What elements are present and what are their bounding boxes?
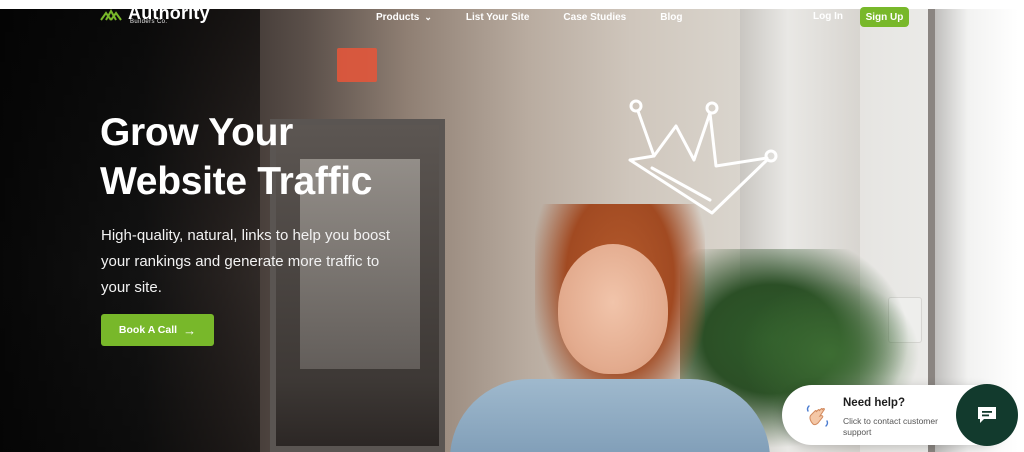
- hero-headline: Grow Your Website Traffic: [100, 108, 440, 206]
- site-header: Authority Builders Co. Products ⌄ List Yo…: [0, 4, 1018, 35]
- nav-item-label: Products: [376, 11, 420, 23]
- arrow-right-icon: →: [183, 322, 197, 338]
- headline-line-2: Website Traffic: [100, 160, 373, 203]
- shirt-shape: [450, 379, 770, 452]
- crown-doodle-icon: [628, 99, 778, 215]
- face-shape: [558, 244, 668, 374]
- headline-line-1: Grow Your: [100, 111, 294, 154]
- page-frame: Authority Builders Co. Products ⌄ List Yo…: [0, 0, 1024, 452]
- nav-item-list-your-site[interactable]: List Your Site: [466, 12, 530, 23]
- logo-mark-icon: [100, 8, 122, 21]
- nav-item-products[interactable]: Products ⌄: [376, 12, 432, 23]
- chat-launcher-button[interactable]: [956, 384, 1018, 446]
- help-title: Need help?: [843, 397, 905, 409]
- help-subtitle: Click to contact customer support: [843, 416, 938, 437]
- nav-item-case-studies[interactable]: Case Studies: [563, 12, 626, 23]
- book-a-call-button[interactable]: Book A Call →: [101, 314, 214, 346]
- cta-label: Book A Call: [118, 324, 178, 336]
- hero-subtext: High-quality, natural, links to help you…: [101, 227, 391, 296]
- nav-item-blog[interactable]: Blog: [660, 12, 682, 23]
- smiling-woman-photo: [450, 204, 780, 452]
- chevron-down-icon: ⌄: [424, 11, 432, 22]
- waving-hand-icon: [806, 405, 829, 427]
- exit-sign-decoration: [337, 48, 377, 82]
- brand-logo[interactable]: Authority Builders Co.: [100, 4, 210, 25]
- login-link[interactable]: Log In: [813, 9, 843, 25]
- logo-subtitle: Builders Co.: [130, 19, 168, 25]
- chat-bubble-icon: [978, 407, 996, 423]
- scrollbar-area[interactable]: [1018, 0, 1024, 452]
- main-nav: Products ⌄ List Your Site Case Studies Bl…: [376, 9, 682, 25]
- signup-button[interactable]: Sign Up: [860, 7, 909, 27]
